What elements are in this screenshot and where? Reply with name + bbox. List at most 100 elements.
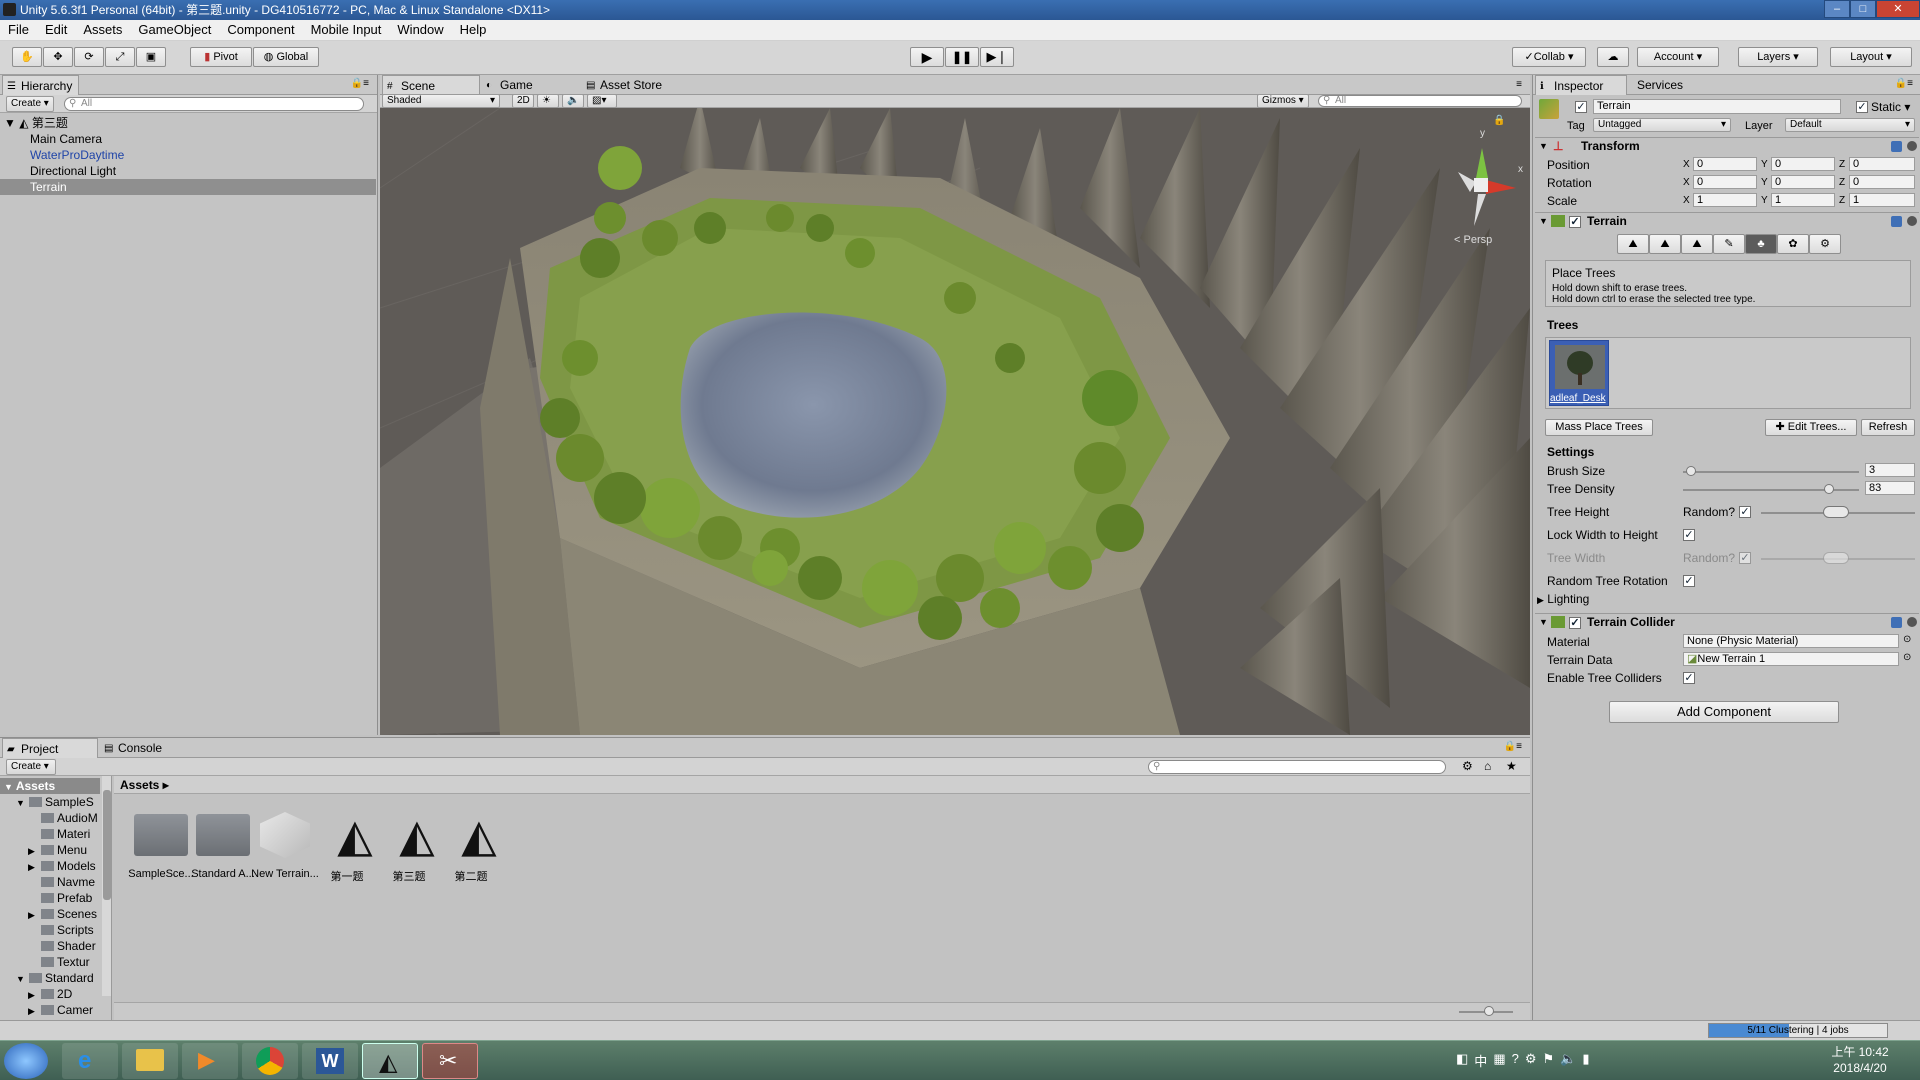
brush-size-field[interactable]: 3 [1865,463,1915,477]
tab-asset-store[interactable]: ▤ Asset Store [582,75,668,95]
mass-place-trees-button[interactable]: Mass Place Trees [1545,419,1653,436]
tab-scene[interactable]: # Scene [382,75,480,95]
expand-arrow-icon[interactable]: ▶ [28,859,38,875]
terrain-component-header[interactable]: ▼ ✓ Terrain [1535,212,1919,230]
tree-scroll-thumb[interactable] [103,790,111,900]
tab-console[interactable]: ▤ Console [100,738,168,758]
layers-dropdown[interactable]: Layers ▾ [1738,47,1818,67]
enable-tree-colliders-checkbox[interactable]: ✓ [1683,672,1695,684]
random-width-checkbox[interactable]: ✓ [1739,552,1751,564]
transform-header[interactable]: ▼ ⊥ Transform [1535,137,1919,155]
tree-item[interactable]: ▶ Models [28,858,96,874]
scale-z-field[interactable]: 1 [1849,193,1915,207]
menu-assets[interactable]: Assets [75,20,130,40]
tray-settings-icon[interactable]: ⚙ [1525,1051,1537,1070]
scene-search-input[interactable]: ⚲ All [1318,95,1522,107]
hierarchy-create-dropdown[interactable]: Create ▾ [6,96,54,112]
gear-icon[interactable] [1907,216,1917,226]
breadcrumb-assets[interactable]: Assets [120,778,159,792]
rotation-z-field[interactable]: 0 [1849,175,1915,189]
expand-arrow-icon[interactable]: ▶ [28,1003,38,1019]
audio-toggle[interactable]: 🔈 [562,94,584,108]
thumbnail-size-knob[interactable] [1484,1006,1494,1016]
raise-lower-tool[interactable]: ⛰ [1617,234,1649,254]
tray-help-icon[interactable]: ? [1512,1051,1519,1070]
project-search-input[interactable]: ⚲ [1148,760,1446,774]
random-rotation-checkbox[interactable]: ✓ [1683,575,1695,587]
hierarchy-item-water[interactable]: WaterProDaytime [0,147,376,163]
2d-toggle[interactable]: 2D [512,94,534,108]
object-picker-icon[interactable]: ⊙ [1903,634,1911,645]
expand-arrow-icon[interactable]: ▼ [16,795,26,811]
add-component-button[interactable]: Add Component [1609,701,1839,723]
panel-menu-icon[interactable]: 🔒≡ [1895,78,1913,89]
unity-taskbar-icon[interactable]: ◭ [362,1043,418,1079]
scale-x-field[interactable]: 1 [1693,193,1757,207]
lighting-foldout[interactable]: ▶ Lighting [1537,592,1589,607]
shading-mode-dropdown[interactable]: Shaded ▾ [382,94,500,108]
tab-inspector[interactable]: ℹ Inspector [1535,75,1627,95]
asset-item[interactable]: ◭ 第二题 [436,806,506,884]
hierarchy-search-input[interactable]: ⚲ All [64,97,364,111]
tree-item[interactable]: ▶ 2D [28,986,72,1002]
tray-keyboard-icon[interactable]: ▦ [1493,1051,1505,1070]
global-toggle[interactable]: ◍ Global [253,47,319,67]
tray-app-icon[interactable]: ◧ [1456,1051,1468,1070]
terrain-collider-header[interactable]: ▼ ✓ Terrain Collider [1535,613,1919,631]
tree-item[interactable]: ▼ Standard [16,970,94,986]
object-name-field[interactable]: Terrain [1593,99,1841,114]
tree-item[interactable]: Navme [28,874,95,890]
tree-item[interactable]: Materi [28,826,90,842]
lock-width-checkbox[interactable]: ✓ [1683,529,1695,541]
tree-item[interactable]: Textur [28,954,90,970]
help-icon[interactable] [1891,141,1902,152]
tray-volume-icon[interactable]: 🔈 [1560,1051,1576,1070]
menu-window[interactable]: Window [389,20,451,40]
word-taskbar-icon[interactable]: W [302,1043,358,1079]
brush-size-slider[interactable] [1683,471,1859,473]
menu-edit[interactable]: Edit [37,20,75,40]
menu-mobile-input[interactable]: Mobile Input [303,20,390,40]
filter-type-icon[interactable]: ⚙ [1462,759,1473,773]
position-y-field[interactable]: 0 [1771,157,1835,171]
static-checkbox[interactable]: ✓ [1856,101,1868,113]
explorer-taskbar-icon[interactable] [122,1043,178,1079]
tab-game[interactable]: ◐ Game [482,75,539,95]
terrain-enabled-checkbox[interactable]: ✓ [1569,216,1581,228]
tree-item[interactable]: ▶ Camer [28,1002,93,1018]
tree-prototype-item[interactable]: adleaf_Desk [1549,340,1609,406]
tree-item[interactable]: AudioM [28,810,98,826]
start-button[interactable] [4,1043,48,1079]
tray-flag-icon[interactable]: ⚑ [1543,1051,1555,1070]
perspective-label[interactable]: < Persp [1454,234,1492,246]
tray-network-icon[interactable]: ▮ [1582,1051,1589,1070]
active-checkbox[interactable]: ✓ [1575,101,1587,113]
pivot-toggle[interactable]: ▮ Pivot [190,47,252,67]
rect-tool-button[interactable]: ▣ [136,47,166,67]
tree-item[interactable]: Prefab [28,890,92,906]
scale-y-field[interactable]: 1 [1771,193,1835,207]
snipping-taskbar-icon[interactable]: ✂ [422,1043,478,1079]
layer-dropdown[interactable]: Default ▾ [1785,118,1915,132]
gear-icon[interactable] [1907,617,1917,627]
position-x-field[interactable]: 0 [1693,157,1757,171]
move-tool-button[interactable]: ✥ [43,47,73,67]
effects-dropdown[interactable]: ▨▾ [587,94,617,108]
filter-label-icon[interactable]: ⌂ [1484,759,1491,773]
asset-item[interactable]: ◭ 第一题 [312,806,382,884]
cloud-button[interactable]: ☁ [1597,47,1629,67]
tree-scrollbar[interactable] [102,776,111,996]
paint-height-tool[interactable]: ⛰ [1649,234,1681,254]
scene-viewport[interactable]: 🔒 y x < Persp [380,108,1530,735]
hierarchy-item-directional-light[interactable]: Directional Light [0,163,376,179]
rotate-tool-button[interactable]: ⟳ [74,47,104,67]
media-player-taskbar-icon[interactable]: ▶ [182,1043,238,1079]
panel-menu-icon[interactable]: 🔒≡ [351,78,369,89]
paint-details-tool[interactable]: ✿ [1777,234,1809,254]
tab-services[interactable]: Services [1629,75,1689,95]
tree-item[interactable]: ▼ SampleS [16,794,94,810]
expand-arrow-icon[interactable]: ▶ [28,987,38,1003]
lighting-toggle[interactable]: ☀ [537,94,559,108]
account-dropdown[interactable]: Account ▾ [1637,47,1719,67]
panel-menu-icon[interactable]: ≡ [1516,79,1522,90]
